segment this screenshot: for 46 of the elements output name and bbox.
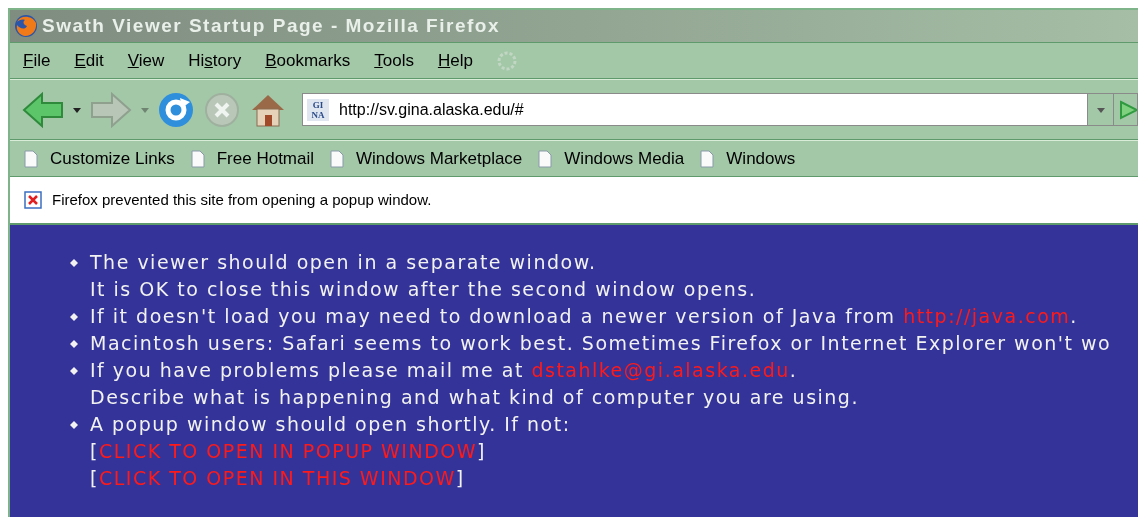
bullet-icon — [70, 313, 78, 321]
menu-item[interactable]: File — [14, 47, 60, 74]
bookmark-link[interactable]: Windows Marketplace — [330, 145, 523, 172]
notification-text: Firefox prevented this site from opening a popup window. — [52, 189, 432, 210]
bookmark-link[interactable]: Customize Links — [24, 145, 175, 172]
site-favicon: GI NA — [307, 98, 329, 121]
caret-icon — [1095, 105, 1106, 114]
throbber-icon — [495, 49, 518, 72]
address-dropdown-button[interactable] — [1087, 94, 1113, 125]
list-text: A popup window should open shortly. If not: — [90, 412, 571, 437]
page-icon — [24, 149, 38, 168]
caret-icon — [140, 105, 150, 114]
menu-item[interactable]: Bookmarks — [256, 47, 360, 74]
list-text: The viewer should open in a separate window. — [90, 250, 597, 275]
list-text: If you have problems please mail me at dstahlke@gi.alaska.edu. — [90, 358, 798, 383]
caret-icon — [72, 105, 82, 114]
list-text: If it doesn't load you may need to download a newer version of Java from http://java.com. — [90, 304, 1078, 329]
page-icon — [190, 149, 205, 168]
page-icon — [330, 149, 345, 168]
list-text: [CLICK TO OPEN IN POPUP WINDOW] — [90, 439, 486, 464]
menu-item[interactable]: Tools — [365, 47, 423, 74]
bookmark-link[interactable]: Free Hotmail — [190, 145, 315, 172]
go-arrow-icon — [1119, 98, 1137, 121]
list-text: [CLICK TO OPEN IN THIS WINDOW] — [90, 466, 465, 491]
page-icon — [538, 149, 553, 168]
blocked-popup-icon — [24, 191, 42, 209]
window-title: Swath Viewer Startup Page - Mozilla Firefox — [42, 13, 500, 38]
bullet-icon — [70, 421, 78, 429]
address-field[interactable]: GI NA http://sv.gina.alaska.edu/# — [302, 93, 1138, 126]
page-icon — [700, 149, 715, 168]
dropdown-button[interactable] — [72, 105, 82, 114]
menu-item[interactable]: History — [179, 47, 251, 74]
menu-item[interactable]: View — [118, 47, 174, 74]
bullet-icon — [70, 259, 78, 267]
list-text: Describe what is happening and what kind of computer you are using. — [90, 385, 859, 410]
menu-item[interactable]: Help — [428, 47, 482, 74]
list-text: It is OK to close this window after the second window opens. — [90, 277, 757, 302]
menu-item[interactable]: Edit — [65, 47, 113, 74]
go-button[interactable] — [1113, 94, 1137, 125]
firefox-logo-icon — [14, 14, 38, 38]
bookmark-link[interactable]: Windows — [700, 145, 796, 172]
back-button[interactable] — [20, 89, 66, 130]
bookmark-link[interactable]: Windows Media — [538, 145, 685, 172]
bullet-icon — [70, 340, 78, 348]
bullet-icon — [70, 367, 78, 375]
list-text: Macintosh users: Safari seems to work best. Sometimes Firefox or Internet Explorer won't wo — [90, 331, 1112, 356]
